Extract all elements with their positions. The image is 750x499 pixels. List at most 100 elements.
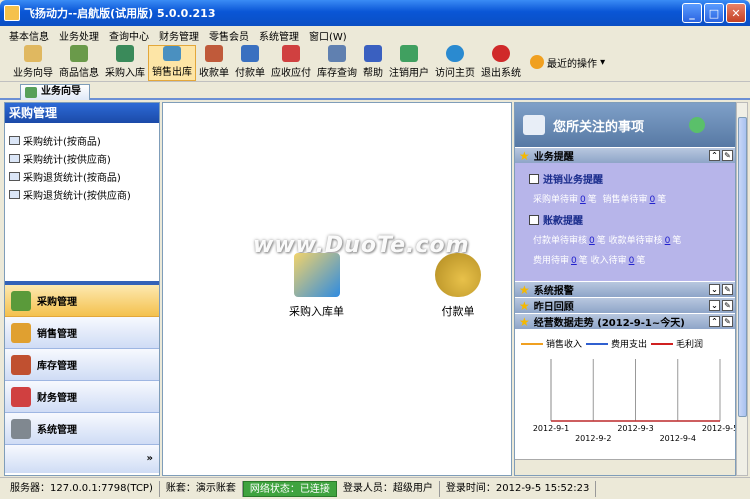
focus-banner: 您所关注的事项 — [515, 103, 735, 147]
list-item[interactable]: 采购统计(按供应商) — [9, 149, 159, 167]
status-account: 账套：演示账套 — [160, 480, 243, 497]
scroll-thumb[interactable] — [738, 117, 747, 417]
receipt-icon — [205, 45, 223, 62]
menu-business[interactable]: 业务处理 — [54, 28, 104, 43]
pin-icon[interactable]: ✎ — [722, 150, 733, 161]
toolbar-receipt-button[interactable]: 收款单 — [196, 45, 232, 81]
collapse-icon[interactable]: ⌃ — [709, 316, 720, 327]
reminder-line: 采购单待审 0 笔 销售单待审 0 笔 — [533, 195, 667, 205]
minimize-button[interactable]: _ — [682, 3, 702, 23]
toolbar-logout-button[interactable]: 注销用户 — [386, 45, 432, 81]
shortcut-purchase-order[interactable]: 采购入库单 — [289, 253, 344, 319]
reminder-line: 付款单待审核 0 笔 收款单待审核 0 笔 — [533, 236, 682, 246]
collapse-icon[interactable]: ⌃ — [709, 150, 720, 161]
menu-basic-info[interactable]: 基本信息 — [4, 28, 54, 43]
window-title: 飞扬动力--启航版(试用版) 5.0.0.213 — [24, 7, 216, 20]
toolbar-help-button[interactable]: 帮助 — [360, 45, 386, 81]
sales-pending-link[interactable]: 0 — [650, 195, 656, 205]
menu-retail-member[interactable]: 零售会员 — [204, 28, 254, 43]
star-icon: ★ — [519, 148, 530, 163]
sales-reminder-title: 进销业务提醒 — [529, 171, 729, 186]
menu-bar: 基本信息 业务处理 查询中心 财务管理 零售会员 系统管理 窗口(W) — [0, 26, 750, 44]
section-system-alarm[interactable]: ★ 系统报警 ⌄ ✎ — [515, 281, 735, 297]
exit-icon — [492, 45, 510, 62]
nav-system[interactable]: 系统管理 — [5, 413, 159, 445]
trend-chart: 销售收入 费用支出 毛利润 2012-9-1 2012-9-2 2012-9-3 20… — [515, 329, 735, 469]
toolbar-inventory-button[interactable]: 库存查询 — [314, 45, 360, 81]
section-yesterday-review[interactable]: ★ 昨日回顾 ⌄ ✎ — [515, 297, 735, 313]
toolbar-ar-ap-button[interactable]: 应收应付 — [268, 45, 314, 81]
menu-system[interactable]: 系统管理 — [254, 28, 304, 43]
trend-plot: 2012-9-1 2012-9-2 2012-9-3 2012-9-4 2012-9-5 — [533, 359, 735, 443]
toolbar-payment-button[interactable]: 付款单 — [232, 45, 268, 81]
report-icon — [9, 135, 20, 145]
main-area: www.DuoTe.com 采购入库单 付款单 — [162, 102, 512, 476]
nav-finance[interactable]: 财务管理 — [5, 381, 159, 413]
status-login-time: 登录时间：2012-9-5 15:52:23 — [440, 480, 597, 497]
right-panel-hscrollbar[interactable] — [515, 459, 735, 475]
recent-actions-dropdown[interactable]: 最近的操作 ▾ — [530, 43, 605, 81]
x-tick-label: 2012-9-2 — [575, 434, 611, 443]
receipt-pending-link[interactable]: 0 — [665, 236, 671, 246]
expand-icon[interactable]: ⌄ — [709, 300, 720, 311]
x-tick-label: 2012-9-3 — [617, 424, 653, 433]
toolbar-exit-button[interactable]: 退出系统 — [478, 45, 524, 81]
section-biz-reminder[interactable]: ★ 业务提醒 ⌃ ✎ — [515, 147, 735, 163]
nav-sales[interactable]: 销售管理 — [5, 317, 159, 349]
expense-pending-link[interactable]: 0 — [571, 256, 577, 266]
maximize-button[interactable]: □ — [704, 3, 724, 23]
pin-icon[interactable]: ✎ — [722, 316, 733, 327]
toolbar-product-button[interactable]: 商品信息 — [56, 45, 102, 81]
account-reminder-title: 账款提醒 — [529, 212, 729, 227]
tab-business-guide[interactable]: 业务向导 — [20, 84, 90, 100]
biz-reminder-body: 进销业务提醒 采购单待审 0 笔 销售单待审 0 笔 账款提醒 付款单待审核 0 笔 收款单… — [515, 163, 735, 281]
expand-icon[interactable]: ⌄ — [709, 284, 720, 295]
menu-finance[interactable]: 财务管理 — [154, 28, 204, 43]
title-bar: 飞扬动力--启航版(试用版) 5.0.0.213 _ □ ✕ — [0, 0, 750, 26]
logout-icon — [400, 45, 418, 62]
chevron-down-icon: ▾ — [597, 56, 606, 68]
toolbar-purchase-button[interactable]: 采购入库 — [102, 45, 148, 81]
homepage-icon — [446, 45, 464, 62]
purchase-pending-link[interactable]: 0 — [580, 195, 586, 205]
toolbar-sales-button[interactable]: 销售出库 — [148, 45, 196, 81]
star-icon: ★ — [519, 282, 530, 297]
list-item[interactable]: 采购退货统计(按商品) — [9, 167, 159, 185]
ar-ap-icon — [282, 45, 300, 62]
toolbar: 业务向导 商品信息 采购入库 销售出库 收款单 付款单 应收应付 库存查询 帮助… — [0, 44, 750, 82]
checkbox-icon — [529, 173, 539, 184]
nav-purchase[interactable]: 采购管理 — [5, 285, 159, 317]
status-bar: 服务器：127.0.0.1:7798(TCP) 账套：演示账套 网络状态：已连接… — [0, 477, 750, 499]
nav-inventory[interactable]: 库存管理 — [5, 349, 159, 381]
list-item[interactable]: 采购统计(按商品) — [9, 131, 159, 149]
x-tick-label: 2012-9-5 — [702, 424, 735, 433]
left-panel-title: 采购管理 — [5, 103, 159, 123]
x-tick-label: 2012-9-4 — [660, 434, 696, 443]
report-icon — [9, 153, 20, 163]
report-icon — [9, 189, 20, 199]
toolbar-homepage-button[interactable]: 访问主页 — [432, 45, 478, 81]
menu-window[interactable]: 窗口(W) — [304, 28, 352, 43]
income-pending-link[interactable]: 0 — [629, 256, 635, 266]
status-user: 登录人员：超级用户 — [337, 480, 440, 497]
sales-icon — [163, 46, 181, 61]
app-icon — [4, 5, 20, 21]
refresh-icon[interactable] — [689, 117, 705, 133]
x-tick-label: 2012-9-1 — [533, 424, 569, 433]
section-trend[interactable]: ★ 经营数据走势 (2012-9-1~今天) ⌃ ✎ — [515, 313, 735, 329]
left-panel: 采购管理 采购统计(按商品) 采购统计(按供应商) 采购退货统计(按商品) 采购… — [4, 102, 160, 476]
purchase-order-icon — [293, 253, 340, 297]
payment-pending-link[interactable]: 0 — [589, 236, 595, 246]
toolbar-guide-button[interactable]: 业务向导 — [10, 45, 56, 81]
finance-nav-icon — [11, 386, 31, 407]
close-button[interactable]: ✕ — [726, 3, 746, 23]
pin-icon[interactable]: ✎ — [722, 284, 733, 295]
menu-query-center[interactable]: 查询中心 — [104, 28, 154, 43]
right-panel-vscrollbar[interactable] — [736, 102, 748, 476]
list-item[interactable]: 采购退货统计(按供应商) — [9, 185, 159, 203]
payment-icon — [241, 45, 259, 62]
star-icon: ★ — [519, 314, 530, 329]
nav-more-button[interactable]: » — [5, 445, 159, 473]
shortcut-payment[interactable]: 付款单 — [435, 253, 481, 319]
pin-icon[interactable]: ✎ — [722, 300, 733, 311]
